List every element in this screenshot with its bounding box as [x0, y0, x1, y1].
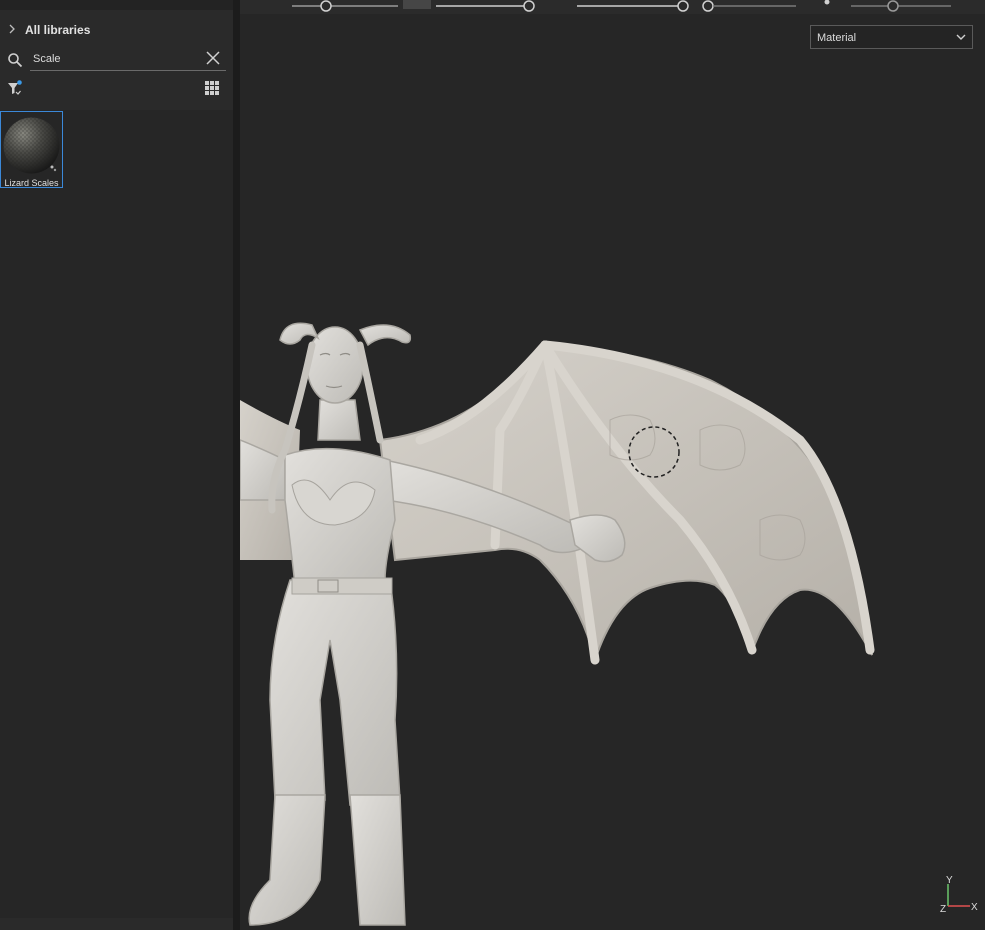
toolbar-button[interactable]: [403, 0, 431, 9]
axis-z-label: Z: [940, 904, 946, 915]
chevron-down-icon: [956, 34, 966, 40]
chevron-right-icon[interactable]: [7, 23, 17, 35]
slider-thumb[interactable]: [824, 0, 830, 5]
brush-settings-toolbar: [240, 0, 985, 14]
search-bar: [0, 46, 233, 72]
slider-group: [292, 0, 951, 12]
slider-thumb[interactable]: [523, 0, 535, 12]
library-title: All libraries: [25, 23, 91, 37]
asset-grid: Lizard Scales: [0, 110, 233, 918]
asset-tile-lizard-scales[interactable]: Lizard Scales: [0, 111, 63, 188]
slider-thumb[interactable]: [320, 0, 332, 12]
asset-label: Lizard Scales: [4, 178, 59, 188]
axis-gizmo: Y X Z: [940, 875, 978, 915]
search-underline: [30, 70, 226, 71]
library-header[interactable]: All libraries: [0, 18, 233, 42]
slider-thumb[interactable]: [887, 0, 899, 12]
belt: [291, 577, 393, 595]
search-icon: [8, 53, 23, 68]
filter-icon[interactable]: [6, 79, 24, 97]
panel-top-strip: [0, 0, 233, 10]
search-input[interactable]: [33, 51, 193, 67]
sculpt-model: [240, 322, 875, 926]
shading-mode-value: Material: [817, 32, 857, 44]
panel-splitter[interactable]: [233, 0, 240, 930]
grid-view-icon[interactable]: [204, 80, 220, 96]
axis-x-label: X: [971, 902, 978, 913]
3d-viewport[interactable]: [240, 14, 985, 930]
asset-library-panel: All libraries Scale Lizard Scales: [0, 0, 233, 930]
panel-bottom-bar: [0, 918, 233, 930]
material-sphere-thumbnail: [3, 117, 60, 174]
slider-thumb[interactable]: [677, 0, 689, 12]
filter-toolbar: [0, 74, 233, 102]
close-icon[interactable]: [205, 50, 221, 66]
axis-y-label: Y: [946, 875, 953, 886]
shading-mode-dropdown[interactable]: Material: [810, 25, 973, 49]
slider-thumb[interactable]: [702, 0, 714, 12]
